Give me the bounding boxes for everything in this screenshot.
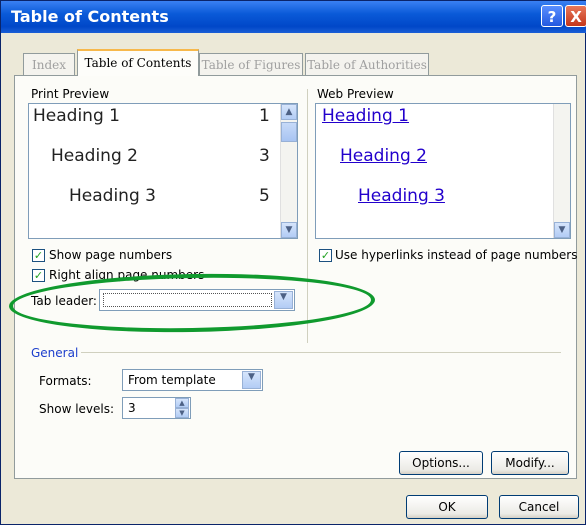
- tab-table-of-authorities[interactable]: Table of Authorities: [305, 53, 429, 75]
- dialog-title: Table of Contents: [11, 7, 169, 26]
- web-heading-2[interactable]: Heading 2: [340, 146, 427, 166]
- tab-index[interactable]: Index: [23, 53, 75, 75]
- show-levels-label: Show levels:: [39, 402, 115, 416]
- print-preview-label: Print Preview: [31, 87, 110, 101]
- web-heading-1[interactable]: Heading 1: [322, 106, 409, 126]
- web-preview-label: Web Preview: [317, 87, 394, 101]
- show-levels-value: 3: [128, 401, 136, 415]
- web-preview-scrollbar[interactable]: ▼: [553, 104, 570, 238]
- help-button[interactable]: ?: [541, 5, 563, 27]
- cancel-button[interactable]: Cancel: [499, 495, 579, 519]
- formats-label: Formats:: [39, 374, 92, 388]
- print-preview-box: Heading 1 1 Heading 2 3 Heading 3 5 ▲ ▼: [28, 103, 298, 239]
- dialog-window: Table of Contents ? X Index Table of Con…: [0, 0, 586, 525]
- spin-up-icon[interactable]: ▲: [175, 398, 189, 408]
- web-heading-3[interactable]: Heading 3: [358, 186, 445, 206]
- scroll-up-icon[interactable]: ▲: [281, 104, 297, 120]
- formats-dropdown[interactable]: From template ▼: [122, 369, 263, 391]
- print-preview-scrollbar[interactable]: ▲ ▼: [280, 104, 297, 238]
- scroll-thumb[interactable]: [281, 122, 297, 142]
- tab-table-of-contents[interactable]: Table of Contents: [77, 49, 199, 76]
- spin-down-icon[interactable]: ▼: [175, 408, 189, 418]
- use-hyperlinks-label: Use hyperlinks instead of page numbers: [335, 248, 578, 262]
- modify-button[interactable]: Modify...: [491, 451, 569, 475]
- general-section-label: General: [31, 346, 79, 360]
- show-page-numbers-label: Show page numbers: [49, 248, 173, 262]
- print-page-2: 3: [259, 146, 270, 166]
- scroll-down-icon[interactable]: ▼: [281, 222, 297, 238]
- print-heading-1: Heading 1: [33, 106, 120, 126]
- options-button[interactable]: Options...: [399, 451, 483, 475]
- close-button[interactable]: X: [565, 5, 586, 27]
- print-page-3: 5: [259, 186, 270, 206]
- print-heading-3: Heading 3: [69, 186, 156, 206]
- print-page-1: 1: [259, 106, 270, 126]
- formats-value: From template: [128, 373, 216, 387]
- show-page-numbers-checkbox[interactable]: ✓: [32, 249, 45, 262]
- scroll-down-icon[interactable]: ▼: [554, 222, 570, 238]
- show-levels-spinner[interactable]: 3 ▲ ▼: [122, 397, 191, 419]
- title-bar[interactable]: Table of Contents ? X: [1, 1, 586, 33]
- chevron-down-icon[interactable]: ▼: [242, 371, 261, 389]
- right-align-checkbox[interactable]: ✓: [32, 269, 45, 282]
- general-divider: [81, 352, 561, 353]
- tab-table-of-figures[interactable]: Table of Figures: [199, 53, 303, 75]
- ok-button[interactable]: OK: [406, 495, 488, 519]
- print-heading-2: Heading 2: [51, 146, 138, 166]
- web-preview-box: Heading 1 Heading 2 Heading 3 ▼: [315, 103, 571, 239]
- use-hyperlinks-checkbox[interactable]: ✓: [319, 249, 332, 262]
